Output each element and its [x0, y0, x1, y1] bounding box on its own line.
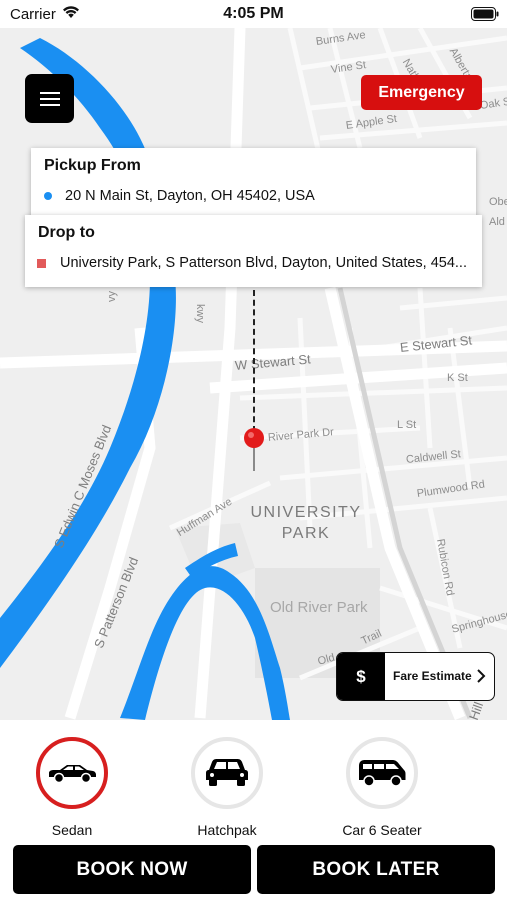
street-label: L St: [397, 419, 417, 431]
fare-estimate-label: Fare Estimate: [393, 669, 472, 683]
menu-button[interactable]: [25, 74, 74, 123]
book-later-button[interactable]: BOOK LATER: [257, 845, 495, 894]
drop-title: Drop to: [38, 224, 95, 241]
battery-icon: [471, 7, 499, 21]
status-time: 4:05 PM: [223, 5, 284, 22]
map-pin-icon: [244, 428, 264, 471]
fare-estimate-button[interactable]: $ Fare Estimate: [336, 652, 495, 701]
vehicle-label: Sedan: [51, 822, 93, 838]
vehicle-circle: [346, 737, 418, 809]
chevron-right-icon: [477, 669, 486, 683]
vehicle-label: Hatchpak: [197, 822, 257, 838]
pickup-address: 20 N Main St, Dayton, OH 45402, USA: [65, 188, 315, 204]
area-label: UNIVERSITY PARK: [250, 504, 362, 542]
vehicle-circle: [36, 737, 108, 809]
drop-location-card[interactable]: Drop to University Park, S Patterson Blv…: [25, 215, 482, 287]
status-bar: Carrier 4:05 PM: [0, 0, 507, 28]
sedan-car-icon: [49, 765, 96, 784]
hamburger-menu-icon: [39, 91, 60, 94]
vehicle-option-hatchpak[interactable]: Hatchpak: [167, 737, 287, 838]
pickup-dot-icon: [44, 192, 52, 200]
dollar-icon: $: [337, 653, 385, 700]
emergency-button[interactable]: Emergency: [361, 75, 482, 110]
street-label: K St: [447, 372, 468, 384]
book-now-button[interactable]: BOOK NOW: [13, 845, 251, 894]
street-label: kwy: [194, 304, 206, 323]
vehicle-label: Car 6 Seater: [342, 822, 422, 838]
route-line: [253, 290, 255, 432]
drop-square-icon: [37, 259, 46, 268]
van-icon: [359, 760, 406, 787]
street-label: vy: [106, 291, 118, 302]
river-great-miami: [0, 38, 176, 668]
vehicle-selection-panel: Sedan Hatchpak Car 6 Seater BOOK NOW BOO…: [0, 720, 507, 900]
vehicle-option-sedan[interactable]: Sedan: [12, 737, 132, 838]
vehicle-option-car-6-seater[interactable]: Car 6 Seater: [322, 737, 442, 838]
street-label: Obe: [489, 196, 507, 208]
hatchback-car-icon: [206, 759, 248, 786]
pickup-location-card[interactable]: Pickup From 20 N Main St, Dayton, OH 454…: [31, 148, 476, 218]
park-label: Old River Park: [270, 599, 368, 616]
vehicle-circle: [191, 737, 263, 809]
drop-address: University Park, S Patterson Blvd, Dayto…: [60, 255, 467, 271]
street-label: Ald: [489, 216, 505, 228]
pickup-title: Pickup From: [44, 157, 141, 174]
